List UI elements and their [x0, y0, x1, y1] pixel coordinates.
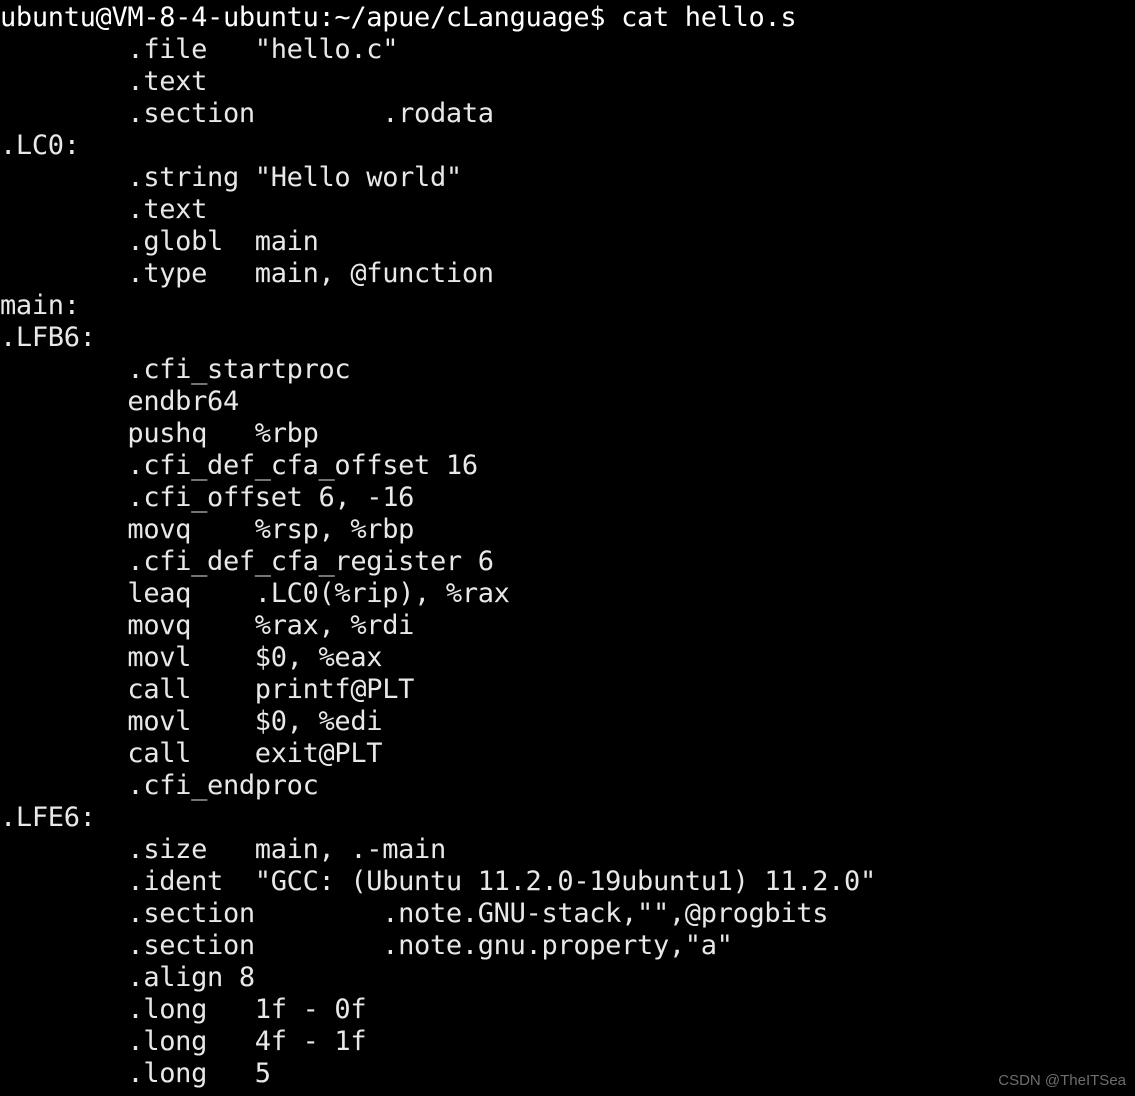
- terminal-output-line: .string "Hello world": [0, 162, 462, 193]
- terminal-output-line: .cfi_def_cfa_register 6: [0, 546, 494, 577]
- terminal-output-line: call exit@PLT: [0, 738, 383, 769]
- terminal-output-line: .align 8: [0, 962, 255, 993]
- csdn-watermark: CSDN @TheITSea: [998, 1072, 1126, 1089]
- shell-prompt-line: ubuntu@VM-8-4-ubuntu:~/apue/cLanguage$ c…: [0, 2, 797, 33]
- terminal-output-line: movq %rax, %rdi: [0, 610, 415, 641]
- terminal-output-line: call printf@PLT: [0, 674, 415, 705]
- terminal-output-line: .type main, @function: [0, 258, 494, 289]
- terminal-output-line: movl $0, %eax: [0, 642, 383, 673]
- terminal-output-line: .section .note.gnu.property,"a": [0, 930, 733, 961]
- terminal-output-line: .globl main: [0, 226, 319, 257]
- terminal-output-line: .long 5: [0, 1058, 271, 1089]
- terminal-output-line: .cfi_endproc: [0, 770, 319, 801]
- terminal-output-line: .LFB6:: [0, 322, 96, 353]
- command-output: .file "hello.c" .text .section .rodata .L…: [0, 34, 1135, 1090]
- terminal-output-line: .cfi_offset 6, -16: [0, 482, 415, 513]
- terminal-output-line: .ident "GCC: (Ubuntu 11.2.0-19ubuntu1) 1…: [0, 866, 876, 897]
- terminal-output-line: .text: [0, 66, 208, 97]
- terminal-output-line: .cfi_startproc: [0, 354, 351, 385]
- terminal-output-line: endbr64: [0, 386, 239, 417]
- terminal-output-line: movl $0, %edi: [0, 706, 383, 737]
- terminal-output-line: .cfi_def_cfa_offset 16: [0, 450, 478, 481]
- terminal-output-line: leaq .LC0(%rip), %rax: [0, 578, 510, 609]
- terminal-output-line: .section .rodata: [0, 98, 494, 129]
- terminal-output-line: movq %rsp, %rbp: [0, 514, 415, 545]
- terminal-output-line: .text: [0, 194, 208, 225]
- terminal-output-line: pushq %rbp: [0, 418, 319, 449]
- terminal-output-area[interactable]: ubuntu@VM-8-4-ubuntu:~/apue/cLanguage$ c…: [0, 2, 1135, 1090]
- terminal-window[interactable]: ubuntu@VM-8-4-ubuntu:~/apue/cLanguage$ c…: [0, 0, 1135, 1096]
- terminal-output-line: .long 4f - 1f: [0, 1026, 367, 1057]
- terminal-output-line: .size main, .-main: [0, 834, 446, 865]
- terminal-output-line: .LFE6:: [0, 802, 96, 833]
- terminal-output-line: .LC0:: [0, 130, 80, 161]
- terminal-output-line: .file "hello.c": [0, 34, 399, 65]
- terminal-output-line: main:: [0, 290, 80, 321]
- terminal-output-line: .long 1f - 0f: [0, 994, 367, 1025]
- terminal-output-line: .section .note.GNU-stack,"",@progbits: [0, 898, 829, 929]
